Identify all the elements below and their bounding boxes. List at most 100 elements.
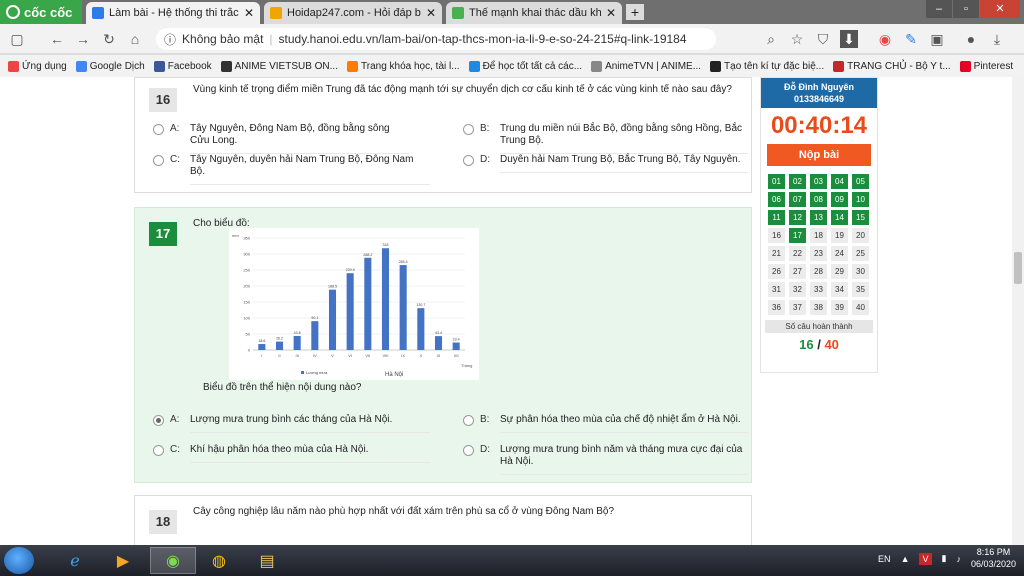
download-icon[interactable]: ⬇ bbox=[840, 30, 858, 48]
question-nav-item[interactable]: 06 bbox=[768, 192, 785, 208]
extension-game-icon[interactable]: ▣ bbox=[928, 30, 946, 48]
extension-icon[interactable]: ◉ bbox=[876, 30, 894, 48]
option-d[interactable]: D: Duyên hải Nam Trung Bộ, Bắc Trung Bộ,… bbox=[463, 154, 748, 173]
radio-icon[interactable] bbox=[463, 415, 474, 426]
radio-icon[interactable] bbox=[463, 124, 474, 135]
question-nav-item[interactable]: 01 bbox=[768, 174, 785, 190]
question-nav-item[interactable]: 21 bbox=[768, 246, 785, 262]
minimize-button[interactable]: – bbox=[926, 0, 952, 18]
option-c[interactable]: C: Khí hậu phân hóa theo mùa của Hà Nội. bbox=[153, 444, 443, 463]
question-nav-item[interactable]: 36 bbox=[768, 300, 785, 316]
tab-close-icon[interactable]: ✕ bbox=[426, 6, 436, 20]
question-nav-item[interactable]: 40 bbox=[852, 300, 869, 316]
ie-icon[interactable]: ℯ bbox=[52, 547, 98, 574]
shield-icon[interactable]: ⛉ bbox=[814, 30, 832, 48]
downloads-menu-icon[interactable]: ⤓ bbox=[988, 30, 1006, 48]
reload-icon[interactable]: ↻ bbox=[100, 30, 118, 48]
question-nav-item[interactable]: 08 bbox=[810, 192, 827, 208]
start-button[interactable] bbox=[4, 547, 34, 574]
bookmark-hoc-tot[interactable]: Để học tốt tất cả các... bbox=[468, 60, 582, 72]
question-nav-item[interactable]: 17 bbox=[789, 228, 806, 244]
question-nav-item[interactable]: 22 bbox=[789, 246, 806, 262]
bookmark-animetvn[interactable]: AnimeTVN | ANIME... bbox=[591, 60, 701, 72]
question-nav-item[interactable]: 35 bbox=[852, 282, 869, 298]
question-nav-item[interactable]: 38 bbox=[810, 300, 827, 316]
question-nav-item[interactable]: 05 bbox=[852, 174, 869, 190]
bookmark-pinterest[interactable]: Pinterest bbox=[959, 60, 1013, 72]
question-nav-item[interactable]: 07 bbox=[789, 192, 806, 208]
maximize-button[interactable]: ▫ bbox=[953, 0, 979, 18]
bookmark-bo-y-te[interactable]: TRANG CHỦ - Bộ Y t... bbox=[833, 60, 951, 72]
network-icon[interactable]: ▮ bbox=[942, 553, 947, 564]
question-nav-item[interactable]: 03 bbox=[810, 174, 827, 190]
radio-icon[interactable] bbox=[153, 124, 164, 135]
question-nav-item[interactable]: 13 bbox=[810, 210, 827, 226]
question-nav-item[interactable]: 18 bbox=[810, 228, 827, 244]
volume-icon[interactable]: ♪ bbox=[956, 554, 961, 564]
question-nav-item[interactable]: 25 bbox=[852, 246, 869, 262]
question-nav-item[interactable]: 32 bbox=[789, 282, 806, 298]
question-nav-item[interactable]: 02 bbox=[789, 174, 806, 190]
radio-icon[interactable] bbox=[153, 155, 164, 166]
question-nav-item[interactable]: 12 bbox=[789, 210, 806, 226]
tab-dau-khi[interactable]: Thế mạnh khai thác dầu khí v ✕ bbox=[446, 2, 622, 24]
bookmark-apps[interactable]: Ứng dụng bbox=[8, 60, 67, 72]
radio-icon[interactable] bbox=[463, 445, 474, 456]
question-nav-item[interactable]: 24 bbox=[831, 246, 848, 262]
option-a[interactable]: A: Tây Nguyên, Đông Nam Bộ, đồng bằng sô… bbox=[153, 123, 433, 154]
question-nav-item[interactable]: 31 bbox=[768, 282, 785, 298]
language-indicator[interactable]: EN bbox=[878, 554, 891, 564]
question-nav-item[interactable]: 14 bbox=[831, 210, 848, 226]
bookmark-anime-vietsub[interactable]: ANIME VIETSUB ON... bbox=[220, 60, 338, 72]
home-icon[interactable]: ⌂ bbox=[126, 30, 144, 48]
tab-close-icon[interactable]: ✕ bbox=[606, 6, 616, 20]
bookmark-star-icon[interactable]: ☆ bbox=[788, 30, 806, 48]
option-b[interactable]: B: Sự phân hóa theo mùa của chế độ nhiệt… bbox=[463, 414, 748, 433]
tab-close-icon[interactable]: ✕ bbox=[244, 6, 254, 20]
translate-icon[interactable]: ✎ bbox=[902, 30, 920, 48]
bookmark-khoa-hoc[interactable]: Trang khóa học, tài l... bbox=[347, 60, 460, 72]
coccoc-menu-button[interactable]: cốc cốc bbox=[0, 0, 82, 24]
radio-icon[interactable] bbox=[463, 155, 474, 166]
page-scrollbar[interactable] bbox=[1012, 77, 1024, 545]
question-nav-item[interactable]: 39 bbox=[831, 300, 848, 316]
question-nav-item[interactable]: 19 bbox=[831, 228, 848, 244]
tab-hoidap247[interactable]: Hoidap247.com - Hỏi đáp bài ✕ bbox=[264, 2, 442, 24]
bookmark-ten-ki-tu[interactable]: Tạo tên kí tự đặc biệ... bbox=[710, 60, 824, 72]
question-nav-item[interactable]: 20 bbox=[852, 228, 869, 244]
radio-selected-icon[interactable] bbox=[153, 415, 164, 426]
radio-icon[interactable] bbox=[153, 445, 164, 456]
coccoc-taskbar-icon[interactable]: ◉ bbox=[150, 547, 196, 574]
address-bar[interactable]: ⓘ Không bảo mật | study.hanoi.edu.vn/lam… bbox=[156, 28, 716, 50]
bookmark-google-dich[interactable]: Google Dịch bbox=[75, 60, 145, 72]
forward-icon[interactable]: → bbox=[74, 30, 92, 48]
question-nav-item[interactable]: 16 bbox=[768, 228, 785, 244]
option-b[interactable]: B: Trung du miền núi Bắc Bộ, đồng bằng s… bbox=[463, 123, 748, 154]
question-nav-item[interactable]: 37 bbox=[789, 300, 806, 316]
question-nav-item[interactable]: 30 bbox=[852, 264, 869, 280]
question-nav-item[interactable]: 28 bbox=[810, 264, 827, 280]
question-nav-item[interactable]: 29 bbox=[831, 264, 848, 280]
tab-active[interactable]: Làm bài - Hệ thống thi trắc n ✕ bbox=[86, 2, 260, 24]
question-nav-item[interactable]: 26 bbox=[768, 264, 785, 280]
question-nav-item[interactable]: 11 bbox=[768, 210, 785, 226]
zoom-icon[interactable]: ⌕ bbox=[762, 30, 780, 48]
clock[interactable]: 8:16 PM 06/03/2020 bbox=[971, 547, 1016, 570]
close-window-button[interactable]: ✕ bbox=[980, 0, 1020, 18]
profile-icon[interactable]: ● bbox=[962, 30, 980, 48]
antivirus-tray-icon[interactable]: V bbox=[919, 552, 932, 565]
option-c[interactable]: C: Tây Nguyên, duyên hải Nam Trung Bộ, Đ… bbox=[153, 154, 433, 185]
scrollbar-thumb[interactable] bbox=[1014, 252, 1022, 284]
question-nav-item[interactable]: 04 bbox=[831, 174, 848, 190]
option-a[interactable]: A: Lượng mưa trung bình các tháng của Hà… bbox=[153, 414, 443, 433]
back-icon[interactable]: ← bbox=[48, 30, 66, 48]
media-player-icon[interactable]: ▶ bbox=[100, 547, 146, 574]
bookmark-facebook[interactable]: Facebook bbox=[153, 60, 212, 72]
question-nav-item[interactable]: 15 bbox=[852, 210, 869, 226]
submit-button[interactable]: Nộp bài bbox=[767, 144, 871, 167]
chrome-icon[interactable]: ◍ bbox=[196, 547, 242, 574]
question-nav-item[interactable]: 34 bbox=[831, 282, 848, 298]
question-nav-item[interactable]: 10 bbox=[852, 192, 869, 208]
question-nav-item[interactable]: 23 bbox=[810, 246, 827, 262]
question-nav-item[interactable]: 09 bbox=[831, 192, 848, 208]
